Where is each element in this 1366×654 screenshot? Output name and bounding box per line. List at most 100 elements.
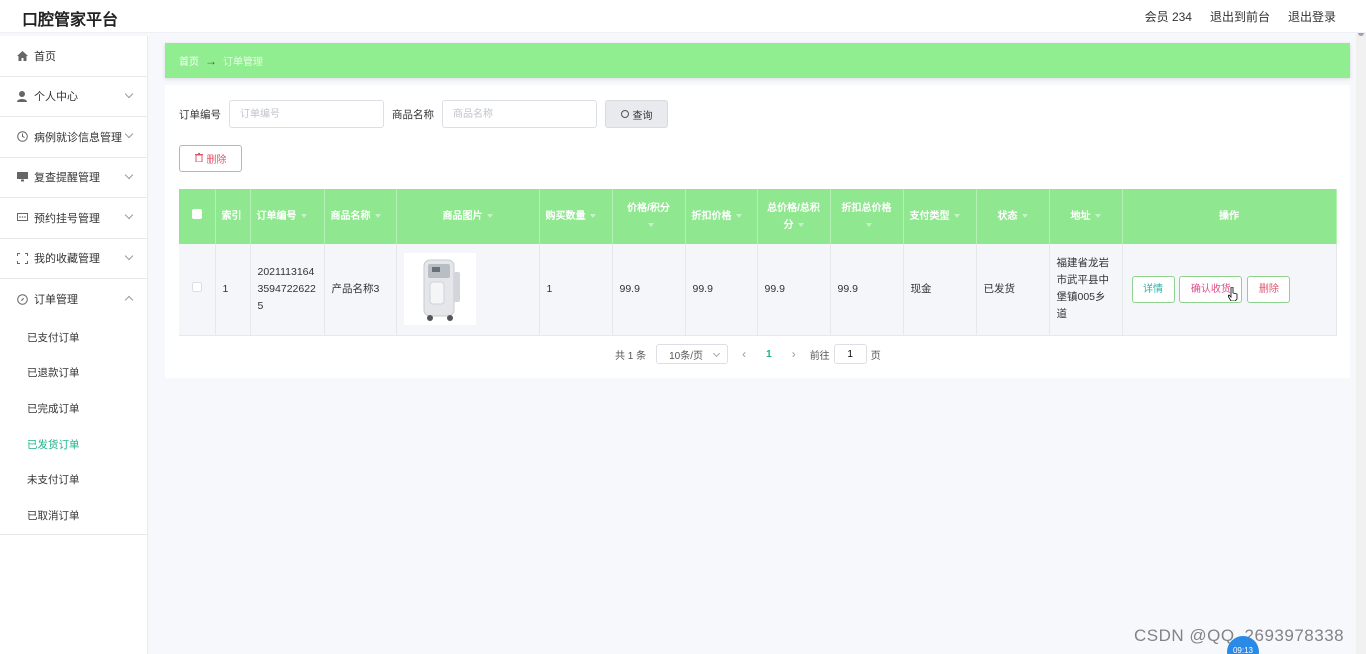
sort-icon: [647, 222, 654, 227]
cell-discount-total: 99.9: [830, 244, 904, 336]
breadcrumb-arrow-icon: →: [205, 53, 217, 68]
goto-label: 前往: [809, 350, 830, 362]
prev-page-button[interactable]: ‹: [742, 347, 746, 361]
breadcrumb-home-link[interactable]: 首页: [179, 53, 199, 68]
sidebar-item-label: 病例就诊信息管理: [34, 131, 122, 144]
col-header-address[interactable]: 地址: [1049, 189, 1123, 244]
col-header-status[interactable]: 状态: [976, 189, 1050, 244]
select-all-cell: [179, 189, 216, 244]
breadcrumb: 首页 → 订单管理: [165, 43, 1350, 78]
header-links: 会员 234 退出到前台 退出登录: [1145, 8, 1336, 25]
orders-submenu: 已支付订单 已退款订单 已完成订单 已发货订单 未支付订单 已取消订单: [0, 320, 147, 536]
breadcrumb-current: 订单管理: [223, 57, 263, 68]
chevron-down-icon: [124, 170, 134, 179]
orders-table: 索引 订单编号 商品名称 商品图片 购买数量 价格/积分 折扣价格 总价格/总积…: [179, 189, 1337, 336]
col-header-discount-total[interactable]: 折扣总价格: [830, 189, 904, 244]
cell-image: [396, 244, 540, 336]
sidebar-item-label: 个人中心: [34, 91, 78, 104]
query-button[interactable]: 查询: [605, 100, 668, 128]
batch-delete-button[interactable]: 删除: [179, 145, 242, 172]
chat-icon: [16, 212, 28, 224]
table-row: 1 202111316435947226225 产品名称3 1 99.9 99.…: [179, 244, 1337, 336]
sidebar-item-label: 预约挂号管理: [34, 212, 100, 225]
monitor-icon: [16, 171, 28, 183]
main-panel: 订单编号 商品名称 查询 删除 索引 订单编号 商品名称 商品图片: [165, 85, 1350, 378]
row-select-cell: [179, 244, 216, 336]
sidebar-item-recheck[interactable]: 复查提醒管理: [0, 158, 147, 198]
col-header-total[interactable]: 总价格/总积分: [757, 189, 831, 244]
chevron-down-icon: [124, 89, 134, 98]
cell-status: 已发货: [976, 244, 1050, 336]
pager-total: 共 1 条: [615, 350, 647, 362]
trash-icon: [194, 152, 203, 165]
sidebar-item-favorites[interactable]: 我的收藏管理: [0, 239, 147, 279]
search-row: 订单编号 商品名称 查询: [179, 100, 668, 128]
col-header-discount-price[interactable]: 折扣价格: [685, 189, 758, 244]
product-name-label: 商品名称: [392, 108, 434, 121]
col-header-order-no[interactable]: 订单编号: [250, 189, 325, 244]
cell-product: 产品名称3: [324, 244, 397, 336]
next-page-button[interactable]: ›: [792, 347, 796, 361]
chevron-down-icon: [124, 251, 134, 260]
col-header-price[interactable]: 价格/积分: [612, 189, 686, 244]
goto-page-input[interactable]: [833, 344, 867, 364]
select-all-checkbox[interactable]: [191, 209, 202, 219]
logout-link[interactable]: 退出登录: [1288, 8, 1336, 25]
clock-icon: [16, 131, 28, 143]
col-header-pay-type[interactable]: 支付类型: [903, 189, 977, 244]
compass-icon: [16, 293, 28, 305]
user-icon: [16, 90, 28, 102]
chevron-down-icon: [124, 210, 134, 220]
sidebar-item-home[interactable]: 首页: [0, 36, 147, 77]
col-header-product[interactable]: 商品名称: [324, 189, 397, 244]
sort-icon: [300, 214, 307, 219]
sidebar-item-cases[interactable]: 病例就诊信息管理: [0, 117, 147, 158]
sidebar: 首页 个人中心 病例就诊信息管理 复查提醒管理 预约挂号管理 我的收藏管理 订单…: [0, 36, 148, 654]
order-no-input[interactable]: [229, 100, 384, 128]
query-button-label: 查询: [632, 110, 653, 122]
submenu-completed-orders[interactable]: 已完成订单: [0, 391, 147, 427]
sort-icon: [1021, 214, 1028, 219]
col-header-image[interactable]: 商品图片: [396, 189, 540, 244]
cell-order-no: 202111316435947226225: [250, 244, 325, 336]
top-header: 口腔管家平台 会员 234 退出到前台 退出登录: [0, 0, 1366, 33]
page-size-select[interactable]: 10条/页: [656, 344, 729, 364]
sort-icon: [374, 214, 381, 219]
hand-cursor-icon: [1228, 287, 1238, 301]
product-image[interactable]: [403, 253, 476, 326]
sidebar-item-profile[interactable]: 个人中心: [0, 77, 147, 117]
sidebar-item-label: 首页: [34, 50, 56, 63]
table-header-row: 索引 订单编号 商品名称 商品图片 购买数量 价格/积分 折扣价格 总价格/总积…: [179, 189, 1337, 244]
brand-title: 口腔管家平台: [22, 10, 119, 29]
product-name-input[interactable]: [442, 100, 597, 128]
detail-button[interactable]: 详情: [1131, 275, 1175, 303]
back-to-front-link[interactable]: 退出到前台: [1210, 8, 1270, 25]
page-scrollbar-track[interactable]: [1356, 0, 1366, 654]
sidebar-item-label: 订单管理: [34, 294, 78, 307]
row-delete-button[interactable]: 删除: [1247, 275, 1291, 303]
cell-index: 1: [215, 244, 251, 336]
submenu-cancelled-orders[interactable]: 已取消订单: [0, 497, 147, 533]
frame-icon: [16, 252, 28, 264]
cell-total: 99.9: [757, 244, 831, 336]
chevron-up-icon: [124, 295, 134, 305]
cell-quantity: 1: [539, 244, 613, 336]
order-no-label: 订单编号: [179, 108, 221, 121]
submenu-shipped-orders[interactable]: 已发货订单: [0, 426, 147, 462]
col-header-quantity[interactable]: 购买数量: [539, 189, 613, 244]
sidebar-item-orders[interactable]: 订单管理: [0, 279, 147, 320]
row-checkbox[interactable]: [191, 281, 202, 292]
sidebar-item-label: 复查提醒管理: [34, 172, 100, 185]
submenu-paid-orders[interactable]: 已支付订单: [0, 320, 147, 356]
cell-address: 福建省龙岩市武平县中堡镇005乡道: [1049, 244, 1123, 336]
page-number-1[interactable]: 1: [766, 349, 772, 360]
home-icon: [16, 50, 28, 62]
sort-icon: [953, 214, 960, 219]
submenu-refunded-orders[interactable]: 已退款订单: [0, 355, 147, 391]
sidebar-item-appointment[interactable]: 预约挂号管理: [0, 198, 147, 239]
pagination: 共 1 条 10条/页 ‹ 1 › 前往 页: [615, 344, 881, 364]
sort-icon: [735, 214, 742, 219]
submenu-unpaid-orders[interactable]: 未支付订单: [0, 462, 147, 498]
col-header-operation: 操作: [1122, 189, 1337, 244]
page-unit-label: 页: [870, 350, 881, 362]
